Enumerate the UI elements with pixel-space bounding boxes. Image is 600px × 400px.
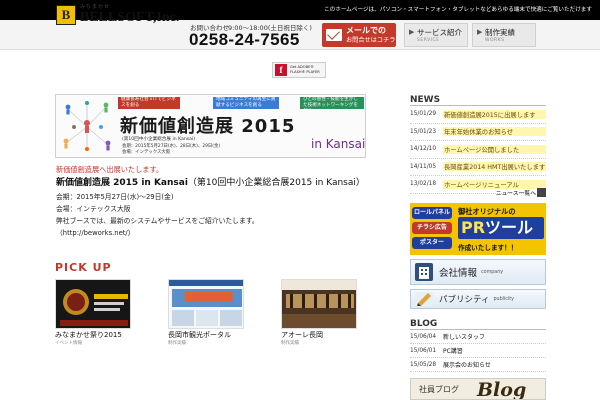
- news-date: 15/01/29: [410, 111, 437, 118]
- publicity-label: パブリシティ: [439, 295, 490, 305]
- article-title-bold: 新価値創造展 2015 in Kansai: [56, 178, 188, 188]
- chevron-right-icon: ▶: [409, 28, 415, 36]
- nav-service-button[interactable]: ▶ サービス紹介 SERVICE: [404, 23, 468, 47]
- logo-tagline: みなまかせ: [80, 4, 111, 10]
- ad-tag-poster: ポスター: [412, 237, 452, 249]
- pencil-icon: [415, 292, 433, 306]
- nav-works-label: 制作実績: [485, 28, 515, 37]
- nav-service-label: サービス紹介: [417, 28, 462, 37]
- people-network-icon: [63, 101, 111, 151]
- news-item[interactable]: 15/01/29 新価値創造展2015に出展します: [410, 106, 546, 124]
- article-title-rest: （第10回中小企業総合展2015 in Kansai）: [187, 178, 365, 188]
- ad-headline: 御社オリジナルの: [458, 207, 516, 216]
- logo-mark-icon: B: [56, 5, 76, 25]
- pickup-category: 制作実績: [281, 341, 299, 346]
- news-title[interactable]: ホームページ公開しました: [443, 144, 546, 154]
- article-url[interactable]: （http://beworks.net/）: [56, 227, 376, 239]
- envelope-icon: [326, 29, 342, 41]
- festival-image: [56, 280, 130, 328]
- pickup-thumbnail[interactable]: [281, 279, 357, 329]
- mail-contact-button[interactable]: メールでの お問合せはコチラ: [322, 23, 396, 47]
- article-line: 会場：インテックス大阪: [56, 205, 131, 213]
- news-title[interactable]: 年末年始休業のお知らせ: [443, 127, 546, 137]
- blog-banner-label: 社員ブログ: [419, 385, 459, 394]
- chevron-right-icon: ▶: [477, 28, 483, 36]
- banner-title: 新価値創造展 2015: [120, 116, 296, 137]
- blog-date: 15/06/01: [410, 347, 437, 354]
- blog-title[interactable]: 展示会のお知らせ: [443, 360, 491, 369]
- company-info-button[interactable]: 会社情報 company: [410, 259, 546, 285]
- news-heading: NEWS: [410, 94, 546, 106]
- phone-number[interactable]: 0258-24-7565: [189, 30, 300, 50]
- building-icon: [415, 263, 433, 281]
- logo-company-name: BELLSOFT,Inc.: [80, 10, 180, 25]
- article-line: 会期：2015年5月27日(水)〜29日(金): [56, 193, 174, 201]
- nav-service-sub: SERVICE: [417, 38, 440, 43]
- nav-works-button[interactable]: ▶ 制作実績 WORKS: [472, 23, 536, 47]
- pickup-caption[interactable]: アオーレ長岡: [281, 330, 381, 340]
- pickup-category: イベント情報: [55, 341, 82, 346]
- ad-pr-word: PR: [461, 218, 486, 237]
- news-section: NEWS 15/01/29 新価値創造展2015に出展します 15/01/23 …: [410, 94, 546, 194]
- news-more-link[interactable]: ニュース一覧へ: [496, 188, 536, 197]
- blog-heading: BLOG: [410, 318, 546, 330]
- pickup-caption[interactable]: みなまかせ祭り2015: [55, 330, 155, 340]
- blog-banner-logo: Blog: [477, 379, 527, 400]
- pickup-thumbnail[interactable]: [55, 279, 131, 329]
- publicity-sub: publicity: [493, 296, 515, 302]
- exhibition-banner[interactable]: 健康長寿社会ｘITでビジネスを創る 地域コミュニティの再生に貢献するビジネスを創…: [55, 94, 366, 158]
- pickup-category: 制作実績: [168, 341, 186, 346]
- arrow-box-icon[interactable]: [537, 188, 546, 197]
- news-more-row: ニュース一覧へ: [410, 187, 546, 199]
- article-title: 新価値創造展 2015 in Kansai（第10回中小企業総合展2015 in…: [56, 176, 376, 191]
- blog-title[interactable]: 新しいスタッフ: [443, 332, 485, 341]
- news-item[interactable]: 15/01/23 年末年始休業のお知らせ: [410, 124, 546, 141]
- blog-section: BLOG 15/06/04 新しいスタッフ 15/06/01 PC講習 15/0…: [410, 318, 546, 372]
- news-date: 15/01/23: [410, 128, 437, 135]
- building-photo-image: [282, 280, 356, 328]
- mail-button-subtitle: お問合せはコチラ: [346, 37, 396, 44]
- blog-title[interactable]: PC講習: [443, 346, 463, 355]
- news-item[interactable]: 14/12/10 ホームページ公開しました: [410, 141, 546, 159]
- company-info-label: 会社情報: [439, 268, 478, 279]
- article-headline-link[interactable]: 新価値創造展へ出展いたします。: [56, 164, 376, 176]
- ad-tool-word: ツール: [485, 218, 534, 237]
- ad-pr-tool-title: PRツール: [458, 217, 544, 239]
- news-title[interactable]: 新価値創造展2015に出展します: [443, 109, 546, 119]
- website-screenshot-image: [169, 280, 243, 328]
- news-date: 14/11/05: [410, 163, 437, 170]
- banner-venue: 会場：インテックス大阪: [122, 150, 171, 155]
- pickup-caption[interactable]: 長岡市観光ポータル: [168, 330, 268, 340]
- publicity-button[interactable]: パブリシティ publicity: [410, 289, 546, 309]
- nav-works-sub: WORKS: [485, 38, 505, 43]
- flash-logo-icon: f: [275, 64, 287, 76]
- ad-subline: 作成いたします！！: [458, 244, 518, 252]
- banner-subtitle: (第10回中小企業総合展 in Kansai): [122, 137, 196, 142]
- article-line: 弊社ブースでは、最新のシステムやサービスをご紹介いたします。: [56, 217, 259, 225]
- blog-item[interactable]: 15/06/04 新しいスタッフ: [410, 330, 546, 344]
- blog-date: 15/06/04: [410, 333, 437, 340]
- get-flash-player-badge[interactable]: f Get ADOBE® FLASH® PLAYER: [272, 62, 326, 78]
- pickup-heading: PICK UP: [55, 261, 112, 274]
- news-date: 14/12/10: [410, 146, 437, 153]
- banner-in-kansai: in Kansai: [311, 137, 366, 151]
- company-logo[interactable]: B みなまかせ BELLSOFT,Inc.: [56, 3, 180, 27]
- article-section: 新価値創造展へ出展いたします。 新価値創造展 2015 in Kansai（第1…: [56, 164, 376, 239]
- pickup-thumbnail[interactable]: [168, 279, 244, 329]
- banner-tag-community: 地域コミュニティの再生に貢献するビジネスを創る: [213, 97, 279, 109]
- ad-tag-roll-panel: ロールパネル: [412, 207, 452, 219]
- mail-button-title: メールでの: [346, 26, 386, 35]
- flash-line2: FLASH® PLAYER: [290, 70, 320, 74]
- blog-item[interactable]: 15/05/28 展示会のお知らせ: [410, 358, 546, 372]
- blog-item[interactable]: 15/06/01 PC講習: [410, 344, 546, 358]
- banner-tag-network: ひとの感性・技能を生かした技術ネットワーキングを創る: [300, 97, 364, 114]
- company-info-sub: company: [481, 269, 504, 275]
- news-title[interactable]: 長岡産業2014 HMT出展いたします: [443, 162, 546, 172]
- pr-tool-ad-banner[interactable]: ロールパネル チラシ広告 ポスター 御社オリジナルの PRツール 作成いたします…: [410, 203, 546, 255]
- news-item[interactable]: 14/11/05 長岡産業2014 HMT出展いたします: [410, 159, 546, 176]
- blog-date: 15/05/28: [410, 361, 437, 368]
- staff-blog-banner[interactable]: 社員ブログ Blog: [410, 378, 546, 400]
- ad-tag-flyer: チラシ広告: [412, 222, 452, 234]
- banner-tag-health: 健康長寿社会ｘITでビジネスを創る: [118, 97, 180, 109]
